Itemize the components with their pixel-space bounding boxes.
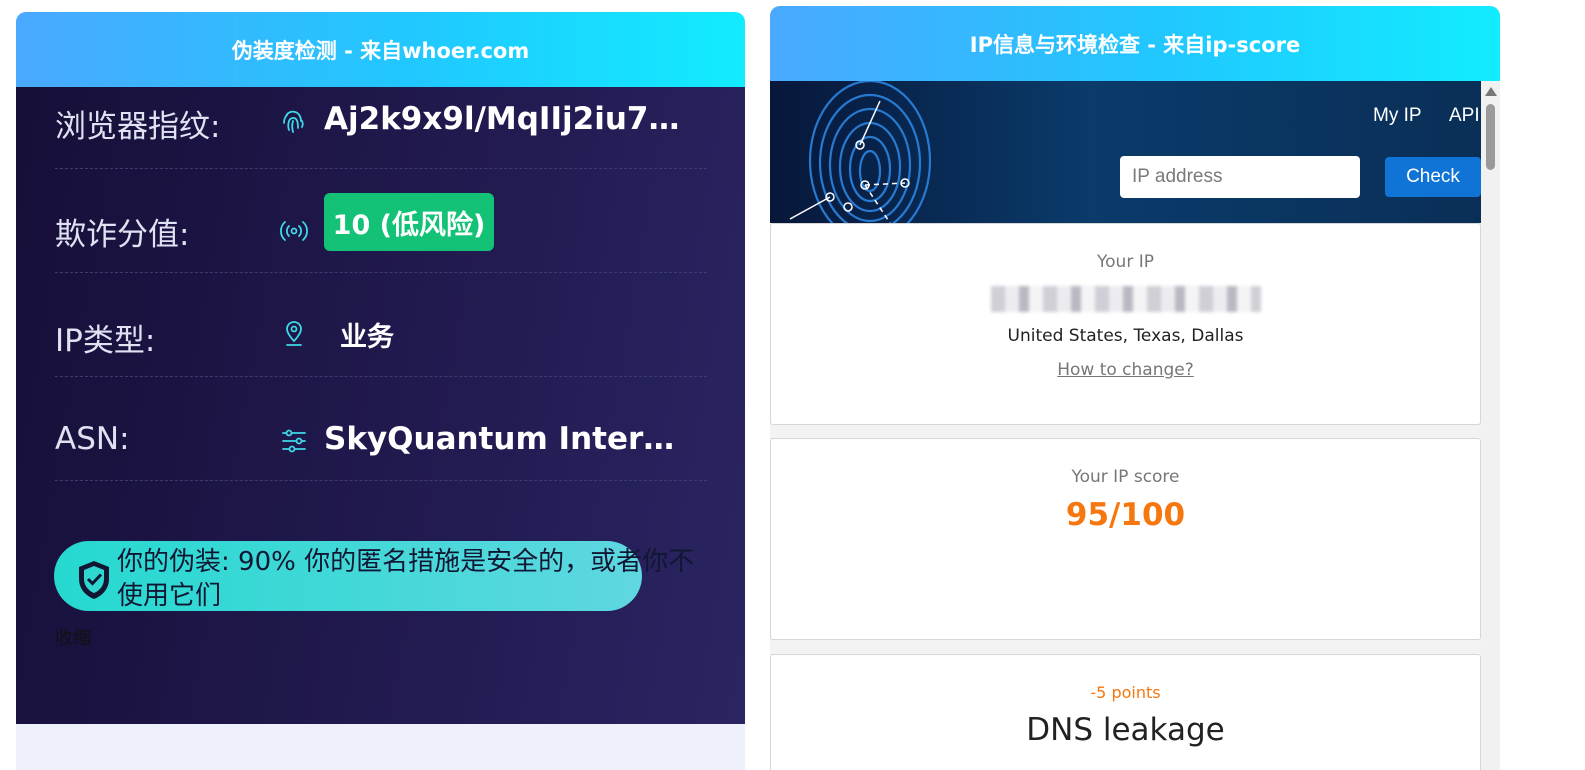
ip-score-label: Your IP score <box>1071 467 1180 487</box>
fraud-score-row: 欺诈分值: 10 (低风险) <box>55 169 707 273</box>
your-ip-label: Your IP <box>1097 252 1154 272</box>
fingerprint-label: 浏览器指纹: <box>55 109 221 145</box>
location-pin-icon <box>286 321 302 346</box>
dns-leakage-title: DNS leakage <box>1026 712 1225 748</box>
fingerprint-graphic-icon <box>789 81 932 223</box>
scroll-thumb[interactable] <box>1486 104 1495 170</box>
ip-score-panel-title: IP信息与环境检查 - 来自ip-score <box>969 32 1301 57</box>
asn-label: ASN: <box>55 421 130 457</box>
ip-score-value: 95/100 <box>1065 497 1186 533</box>
signal-icon <box>280 221 308 241</box>
ip-address-redacted <box>990 286 1261 312</box>
dns-points-text: -5 points <box>1090 683 1161 702</box>
shield-check-icon <box>79 561 109 599</box>
fingerprint-icon <box>283 110 304 133</box>
ip-address-input[interactable] <box>1120 156 1360 198</box>
asn-value: SkyQuantum Internet … <box>324 421 684 457</box>
ip-type-value: 业务 <box>340 322 394 353</box>
fraud-score-label: 欺诈分值: <box>55 217 190 253</box>
fraud-score-value: 10 (低风险) <box>332 209 486 241</box>
dns-leakage-card: -5 points DNS leakage <box>770 654 1481 770</box>
ip-location-text: United States, Texas, Dallas <box>1007 326 1244 346</box>
fingerprint-row: 浏览器指纹: Aj2k9x9l/MqIIj2iu7yux… <box>55 65 707 169</box>
disguise-summary-text: 你的伪装: 90% 你的匿名措施是安全的，或者你不使用它们 <box>117 547 695 611</box>
collapse-link[interactable]: 收缩 <box>55 624 91 650</box>
sliders-icon <box>282 429 306 453</box>
ip-score-panel-header: IP信息与环境检查 - 来自ip-score <box>770 6 1500 81</box>
check-button[interactable]: Check <box>1385 157 1481 197</box>
whoer-panel-body: 浏览器指纹: Aj2k9x9l/MqIIj2iu7yux… 欺诈分值: <box>16 87 745 724</box>
fingerprint-value: Aj2k9x9l/MqIIj2iu7yux… <box>324 101 684 137</box>
ip-score-card: Your IP score 95/100 <box>770 438 1481 640</box>
ip-score-frame: My IP API Check Your IP United States, T… <box>770 81 1500 770</box>
nav-my-ip-link[interactable]: My IP <box>1373 105 1422 127</box>
how-to-change-link[interactable]: How to change? <box>1057 360 1194 380</box>
frame-scrollbar[interactable] <box>1481 81 1500 770</box>
whoer-panel: 伪装度检测 - 来自whoer.com 浏览器指纹: Aj2k9x9l/MqII… <box>16 12 745 770</box>
scroll-up-arrow-icon[interactable] <box>1485 87 1497 96</box>
your-ip-card: Your IP United States, Texas, Dallas How… <box>770 223 1481 425</box>
ip-type-row: IP类型: 业务 <box>55 273 707 377</box>
ip-score-banner: My IP API Check <box>770 81 1481 223</box>
ip-type-label: IP类型: <box>55 323 156 359</box>
whoer-panel-title: 伪装度检测 - 来自whoer.com <box>231 38 530 63</box>
fraud-score-badge: 10 (低风险) <box>324 193 494 251</box>
nav-api-link[interactable]: API <box>1449 105 1480 127</box>
ip-score-panel: IP信息与环境检查 - 来自ip-score My IP API IP addr… <box>770 6 1500 770</box>
asn-row: ASN: SkyQuantum Internet … <box>55 377 707 481</box>
